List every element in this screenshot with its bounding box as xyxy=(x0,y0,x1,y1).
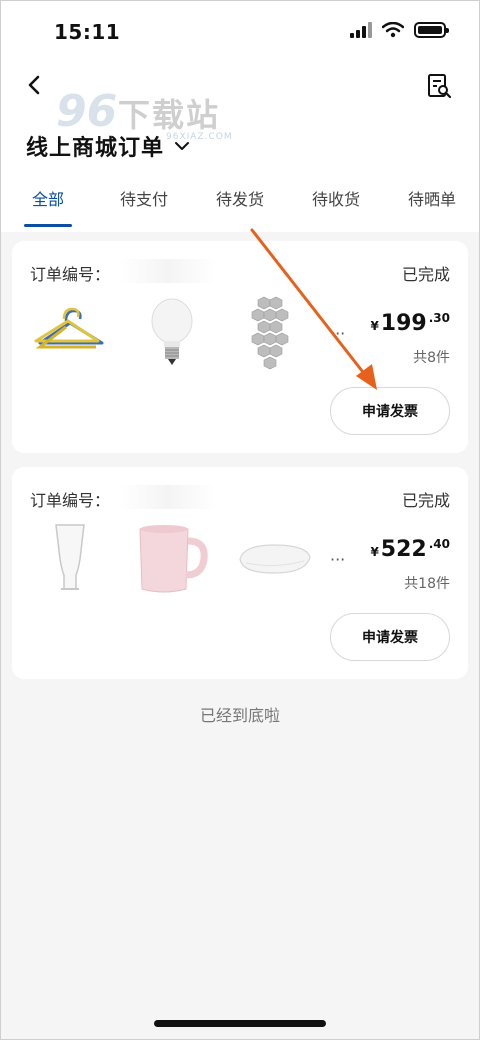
lightbulb-icon xyxy=(151,298,193,365)
order-items: ··· xyxy=(30,519,345,599)
order-status: 已完成 xyxy=(401,491,450,510)
price-decimal: .30 xyxy=(428,311,450,325)
order-card[interactable]: 订单编号： 已完成 ··· ¥ 199 .30 共8件 申请发票 xyxy=(12,241,468,453)
apply-invoice-button[interactable]: 申请发票 xyxy=(330,613,450,661)
order-number-value xyxy=(120,485,216,509)
price-currency: ¥ xyxy=(370,545,379,559)
order-price: ¥ 199 .30 xyxy=(370,311,450,336)
order-number-label: 订单编号： xyxy=(30,491,111,510)
mug-icon xyxy=(139,525,208,593)
back-arrow-icon[interactable] xyxy=(22,72,48,98)
price-integer: 199 xyxy=(380,311,427,336)
chevron-down-icon xyxy=(175,142,190,150)
tab-pending-review[interactable]: 待晒单 xyxy=(408,186,456,210)
order-search-icon[interactable] xyxy=(426,72,452,100)
title-dropdown[interactable]: 线上商城订单 xyxy=(26,130,190,162)
end-of-list-text: 已经到底啦 xyxy=(199,706,280,725)
order-number-label: 订单编号： xyxy=(30,265,111,284)
tab-pending-receipt[interactable]: 待收货 xyxy=(312,186,360,210)
glass-icon xyxy=(55,524,85,590)
order-price: ¥ 522 .40 xyxy=(370,537,450,562)
battery-icon xyxy=(414,22,449,38)
header-area: 15:11 96 下载站 96XIAZ.COM 线上商城订单 全部 待支付 待发… xyxy=(0,0,480,232)
order-number-value xyxy=(120,259,216,283)
tab-all[interactable]: 全部 xyxy=(32,186,64,210)
more-items-indicator: ··· xyxy=(330,549,346,569)
home-indicator[interactable] xyxy=(154,1020,326,1027)
tab-active-indicator xyxy=(24,224,72,227)
price-decimal: .40 xyxy=(428,537,450,551)
order-card[interactable]: 订单编号： 已完成 ··· ¥ 522 .40 共18件 申请发票 xyxy=(12,467,468,679)
order-tabs: 全部 待支付 待发货 待收货 待晒单 xyxy=(0,186,480,230)
price-integer: 522 xyxy=(380,537,427,562)
order-status: 已完成 xyxy=(401,265,450,284)
status-icons xyxy=(350,22,449,38)
hanger-icon xyxy=(34,307,104,349)
pillow-icon xyxy=(239,544,311,574)
page-title: 线上商城订单 xyxy=(26,136,165,161)
status-time: 15:11 xyxy=(54,20,121,44)
signal-icon xyxy=(350,22,372,38)
tab-pending-payment[interactable]: 待支付 xyxy=(120,186,168,210)
order-items: ··· xyxy=(30,293,345,373)
price-currency: ¥ xyxy=(370,319,379,333)
hexagon-panel-icon xyxy=(251,296,289,370)
item-count: 共8件 xyxy=(413,350,450,366)
tab-pending-shipment[interactable]: 待发货 xyxy=(216,186,264,210)
item-count: 共18件 xyxy=(404,576,450,592)
more-items-indicator: ··· xyxy=(330,323,346,343)
wifi-icon xyxy=(382,22,404,38)
apply-invoice-button[interactable]: 申请发票 xyxy=(330,387,450,435)
